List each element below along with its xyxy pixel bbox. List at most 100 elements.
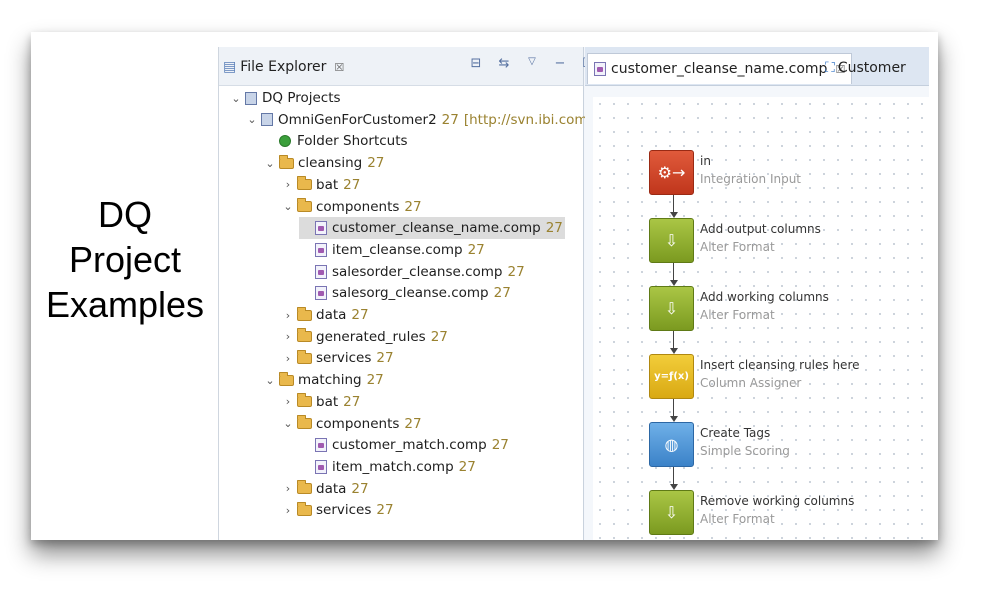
flow-node-title[interactable]: Remove working columns	[700, 494, 854, 508]
close-icon[interactable]: ☒	[334, 61, 344, 74]
comp-file-icon	[315, 286, 327, 301]
flow-node-title[interactable]: in	[700, 154, 711, 168]
folder-icon	[279, 371, 294, 386]
view-menu-icon[interactable]: ▽	[525, 56, 539, 71]
chevron-down-icon[interactable]: ⌄	[263, 157, 277, 170]
folder-icon	[297, 306, 312, 321]
tree-item[interactable]: Folder Shortcuts	[263, 130, 408, 152]
tree-item-label: OmniGenForCustomer2	[278, 111, 437, 128]
minimize-icon[interactable]: −	[553, 56, 567, 71]
tree-item[interactable]: customer_match.comp 27	[299, 434, 509, 456]
tree-item-label: item_cleanse.comp	[332, 241, 463, 258]
project-icon	[245, 91, 257, 105]
comp-file-icon	[315, 242, 327, 257]
tree-item[interactable]: salesorder_cleanse.comp 27	[299, 261, 525, 283]
flow-node-icon[interactable]: ⇩	[649, 218, 694, 263]
tree-item-label: services	[316, 350, 372, 367]
revision-number: 27	[491, 437, 509, 454]
file-explorer-pane: ▤ File Explorer ☒ ⊟ ⇆ ▽ − ☐ ⌄DQ Projects…	[219, 47, 609, 540]
tree-item[interactable]: item_cleanse.comp 27	[299, 239, 485, 261]
revision-number: 27	[367, 155, 385, 172]
revision-number: 27	[458, 458, 476, 475]
flow-connector	[673, 263, 674, 280]
revision-number: 27	[545, 220, 563, 237]
tree-item[interactable]: ⌄ components 27	[281, 413, 422, 435]
flow-node-icon[interactable]: ⇩	[649, 286, 694, 331]
tree-item-label: components	[316, 415, 400, 432]
tree-item-label: customer_cleanse_name.comp	[332, 220, 541, 237]
folder-icon	[297, 349, 312, 364]
caption-line-1: DQ	[98, 194, 152, 235]
tree-item-label: components	[316, 198, 400, 215]
chevron-right-icon[interactable]: ›	[281, 309, 295, 322]
revision-number: 27	[343, 393, 361, 410]
tree-item[interactable]: › data 27	[281, 478, 369, 500]
folder-icon	[297, 176, 312, 191]
tree-item[interactable]: salesorg_cleanse.comp 27	[299, 282, 511, 304]
tree-item[interactable]: › bat 27	[281, 174, 360, 196]
editor-tab-bar: customer_cleanse_name.comp ☒ ⛶ Customer	[585, 47, 929, 86]
chevron-right-icon[interactable]: ›	[281, 352, 295, 365]
revision-number: 27	[493, 285, 511, 302]
tree-item[interactable]: › bat 27	[281, 391, 360, 413]
chevron-down-icon[interactable]: ⌄	[281, 200, 295, 213]
tree-item[interactable]: ⌄ components 27	[281, 196, 422, 218]
tree-item[interactable]: ⌄ OmniGenForCustomer2 27 [http://svn.ibi.co…	[245, 109, 609, 131]
explorer-header: ▤ File Explorer ☒ ⊟ ⇆ ▽ − ☐	[219, 47, 594, 86]
link-editor-icon[interactable]: ⇆	[497, 56, 511, 71]
chevron-right-icon[interactable]: ›	[281, 330, 295, 343]
collapse-all-icon[interactable]: ⊟	[469, 56, 483, 71]
folder-icon	[297, 328, 312, 343]
chevron-right-icon[interactable]: ›	[281, 482, 295, 495]
flow-node-icon[interactable]: y=ƒ(x)	[649, 354, 694, 399]
comp-file-icon	[315, 221, 327, 236]
tree-item[interactable]: › services 27	[281, 347, 394, 369]
caption-line-2: Project	[68, 239, 182, 280]
tab-file-explorer[interactable]: ▤ File Explorer ☒	[223, 55, 344, 79]
flow-connector	[673, 195, 674, 212]
chevron-down-icon[interactable]: ⌄	[281, 417, 295, 430]
revision-number: 27	[376, 502, 394, 519]
revision-number: 27	[441, 111, 459, 128]
flow-node-title[interactable]: Add working columns	[700, 290, 829, 304]
revision-number: 27	[404, 415, 422, 432]
tree-item-label: services	[316, 502, 372, 519]
flow-node-title[interactable]: Insert cleansing rules here	[700, 358, 860, 372]
file-explorer-icon: ▤	[223, 59, 237, 75]
tree-item[interactable]: item_match.comp 27	[299, 456, 476, 478]
revision-number: 27	[467, 241, 485, 258]
tree-item[interactable]: ⌄ matching 27	[263, 369, 384, 391]
editor-pane: customer_cleanse_name.comp ☒ ⛶ Customer …	[585, 47, 929, 540]
flow-node-type: Alter Format	[700, 512, 775, 526]
flow-node-icon[interactable]: ⚙→	[649, 150, 694, 195]
flow-connector	[673, 399, 674, 416]
revision-number: 27	[351, 480, 369, 497]
flow-node-type: Integration Input	[700, 172, 802, 186]
slide: DQ Project Examples ▤ File Explorer ☒ ⊟ …	[31, 32, 938, 540]
tab-customer[interactable]: ⛶ Customer	[825, 53, 906, 83]
tree-item[interactable]: customer_cleanse_name.comp 27	[299, 217, 565, 240]
flow-node-title[interactable]: Create Tags	[700, 426, 770, 440]
diagram-icon: ⛶	[825, 60, 835, 76]
chevron-down-icon[interactable]: ⌄	[263, 374, 277, 387]
tree-item[interactable]: › services 27	[281, 499, 394, 521]
flow-node-type: Alter Format	[700, 240, 775, 254]
flow-node-icon[interactable]: ◍	[649, 422, 694, 467]
tab-customer-cleanse-name[interactable]: customer_cleanse_name.comp ☒	[587, 53, 853, 84]
flow-node-title[interactable]: Add output columns	[700, 222, 821, 236]
flow-node-icon[interactable]: ⇩	[649, 490, 694, 535]
tree-item[interactable]: › data 27	[281, 304, 369, 326]
tree-item[interactable]: ⌄ DQ Projects	[229, 87, 340, 109]
explorer-toolbar: ⊟ ⇆ ▽ − ☐	[469, 56, 595, 71]
chevron-right-icon[interactable]: ›	[281, 178, 295, 191]
tree-item-label: generated_rules	[316, 328, 426, 345]
chevron-down-icon[interactable]: ⌄	[229, 92, 243, 105]
tree-item[interactable]: ⌄ cleansing 27	[263, 152, 384, 174]
chevron-down-icon[interactable]: ⌄	[245, 113, 259, 126]
tree-item[interactable]: › generated_rules 27	[281, 326, 448, 348]
flow-connector	[673, 331, 674, 348]
flow-canvas[interactable]: ⚙→ in Integration Input ⇩ Add output columns…	[593, 97, 929, 540]
chevron-right-icon[interactable]: ›	[281, 504, 295, 517]
active-tab-label: customer_cleanse_name.comp	[611, 61, 828, 77]
chevron-right-icon[interactable]: ›	[281, 395, 295, 408]
